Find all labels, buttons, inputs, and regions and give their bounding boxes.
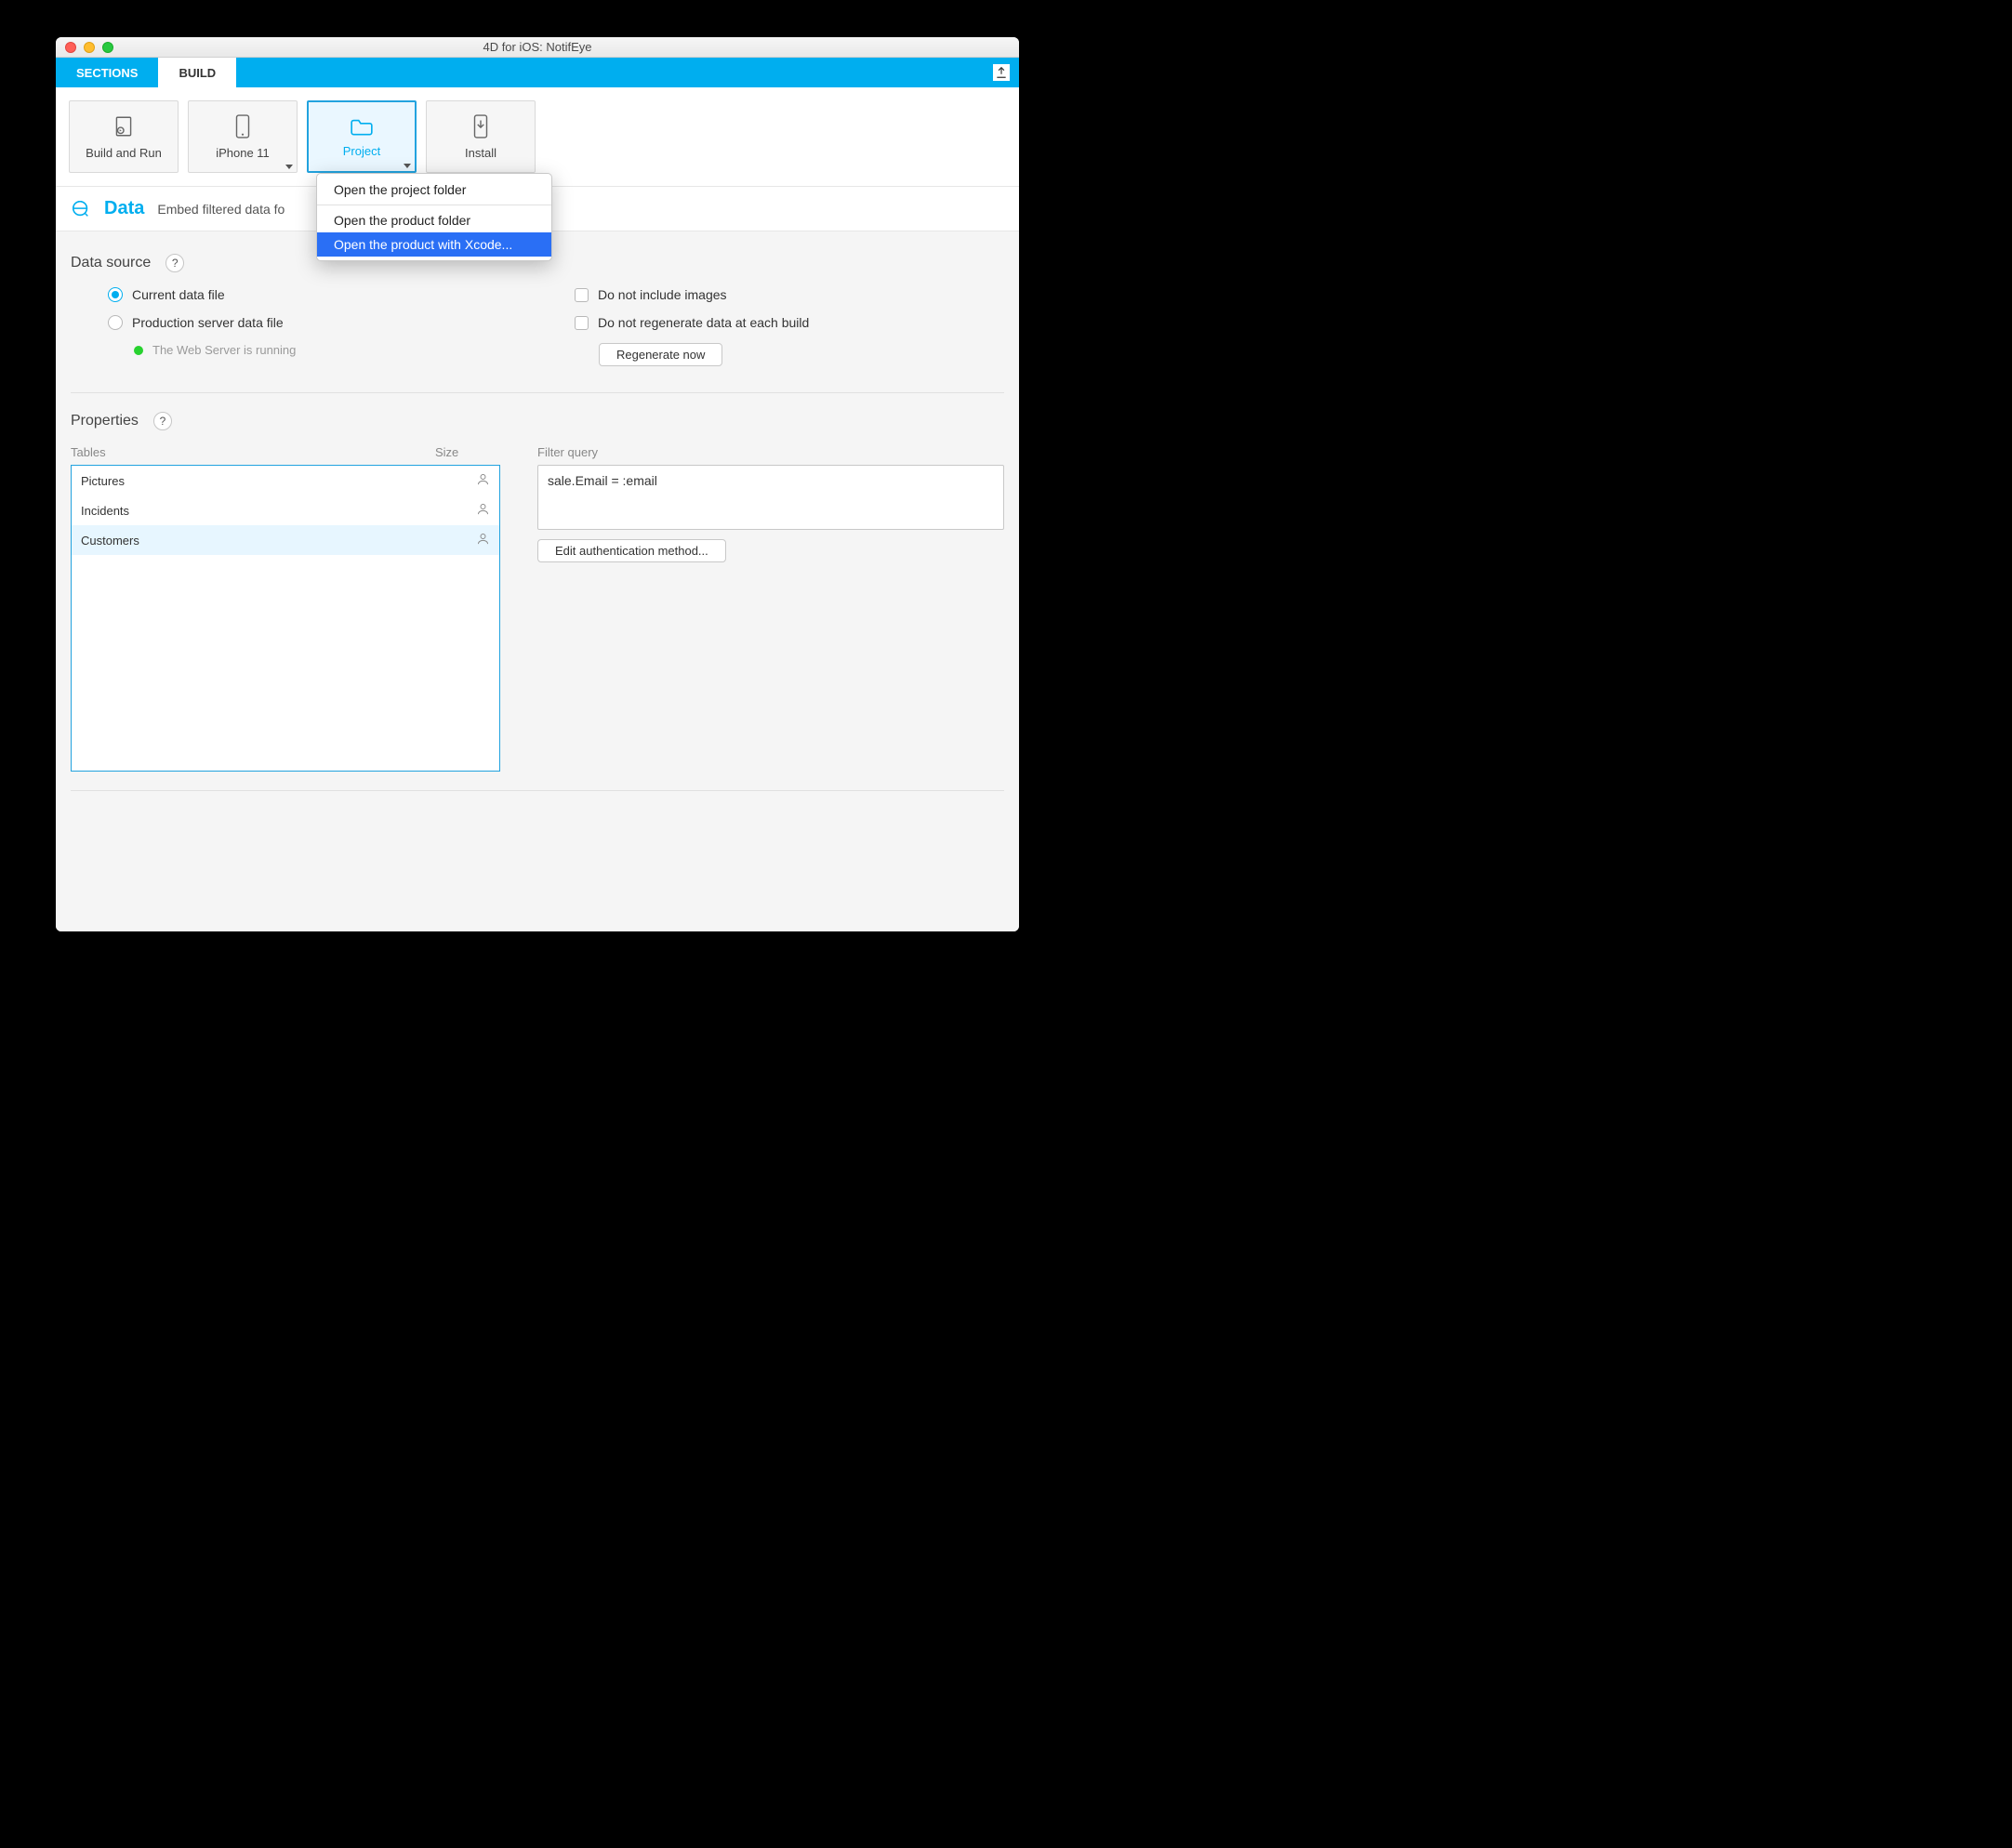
menu-open-project-folder[interactable]: Open the project folder — [317, 178, 551, 202]
chk-no-regen[interactable]: Do not regenerate data at each build — [575, 315, 1004, 330]
top-tabs: SECTIONS BUILD — [56, 58, 1019, 87]
project-button[interactable]: Project — [307, 100, 417, 173]
chk-no-regen-label: Do not regenerate data at each build — [598, 315, 809, 330]
table-name: Pictures — [81, 474, 476, 488]
globe-search-icon — [71, 199, 91, 219]
section-subtitle: Embed filtered data fo — [157, 202, 285, 217]
play-doc-icon — [112, 114, 136, 139]
tables-column: Tables Size Pictures Incidents Customers — [71, 445, 500, 772]
data-source-left: Current data file Production server data… — [108, 287, 537, 366]
checkbox-icon — [575, 288, 589, 302]
radio-icon — [108, 287, 123, 302]
phone-icon — [234, 114, 251, 139]
window-title: 4D for iOS: NotifEye — [56, 40, 1019, 54]
folder-icon — [350, 116, 374, 137]
menu-open-with-xcode[interactable]: Open the product with Xcode... — [317, 232, 551, 257]
person-icon — [476, 472, 490, 489]
footer-divider — [71, 790, 1004, 791]
table-row[interactable]: Customers — [72, 525, 499, 555]
tab-sections[interactable]: SECTIONS — [56, 58, 158, 87]
server-status-text: The Web Server is running — [152, 343, 296, 357]
chk-no-images-label: Do not include images — [598, 287, 727, 302]
filter-label: Filter query — [537, 445, 1004, 459]
data-source-grid: Current data file Production server data… — [108, 287, 1004, 366]
table-name: Incidents — [81, 504, 476, 518]
person-icon — [476, 502, 490, 519]
build-and-run-button[interactable]: Build and Run — [69, 100, 179, 173]
data-source-label: Data source — [71, 255, 151, 271]
project-dropdown: Open the project folder Open the product… — [316, 173, 552, 261]
filter-query-input[interactable]: sale.Email = :email — [537, 465, 1004, 530]
content-body: Data source ? Current data file Producti… — [56, 231, 1019, 931]
radio-production-label: Production server data file — [132, 315, 284, 330]
device-label: iPhone 11 — [216, 146, 270, 160]
tab-build[interactable]: BUILD — [158, 58, 236, 87]
build-run-label: Build and Run — [86, 146, 162, 160]
properties-label: Properties — [71, 413, 139, 429]
traffic-lights — [65, 42, 113, 53]
help-button[interactable]: ? — [153, 412, 172, 430]
radio-current-label: Current data file — [132, 287, 225, 302]
minimize-icon[interactable] — [84, 42, 95, 53]
titlebar: 4D for iOS: NotifEye — [56, 37, 1019, 58]
chevron-down-icon — [404, 164, 411, 168]
device-button[interactable]: iPhone 11 — [188, 100, 298, 173]
data-source-right: Do not include images Do not regenerate … — [575, 287, 1004, 366]
app-window: 4D for iOS: NotifEye SECTIONS BUILD Buil… — [56, 37, 1019, 931]
install-button[interactable]: Install — [426, 100, 536, 173]
toolbar: Build and Run iPhone 11 Project Install — [56, 87, 1019, 173]
table-name: Customers — [81, 534, 476, 548]
regenerate-button[interactable]: Regenerate now — [599, 343, 722, 366]
zoom-icon[interactable] — [102, 42, 113, 53]
server-status: The Web Server is running — [134, 343, 537, 357]
export-button[interactable] — [993, 64, 1010, 81]
tables-list[interactable]: Pictures Incidents Customers — [71, 465, 500, 772]
close-icon[interactable] — [65, 42, 76, 53]
menu-open-product-folder[interactable]: Open the product folder — [317, 208, 551, 232]
radio-icon — [108, 315, 123, 330]
help-button[interactable]: ? — [165, 254, 184, 272]
divider — [71, 392, 1004, 393]
chk-no-images[interactable]: Do not include images — [575, 287, 1004, 302]
edit-auth-button[interactable]: Edit authentication method... — [537, 539, 726, 562]
filter-column: Filter query sale.Email = :email Edit au… — [537, 445, 1004, 772]
chevron-down-icon — [285, 165, 293, 169]
person-icon — [476, 532, 490, 548]
properties-grid: Tables Size Pictures Incidents Customers F… — [71, 445, 1004, 772]
col-size-label: Size — [435, 445, 500, 459]
project-label: Project — [343, 144, 380, 158]
upload-icon — [995, 66, 1008, 79]
radio-production-data[interactable]: Production server data file — [108, 315, 537, 330]
properties-header: Properties ? — [71, 412, 1004, 430]
status-dot-icon — [134, 346, 143, 355]
checkbox-icon — [575, 316, 589, 330]
phone-download-icon — [472, 114, 489, 139]
tables-col-headers: Tables Size — [71, 445, 500, 459]
radio-current-data[interactable]: Current data file — [108, 287, 537, 302]
install-label: Install — [465, 146, 496, 160]
col-tables-label: Tables — [71, 445, 435, 459]
section-title: Data — [104, 198, 144, 219]
table-row[interactable]: Incidents — [72, 495, 499, 525]
table-row[interactable]: Pictures — [72, 466, 499, 495]
